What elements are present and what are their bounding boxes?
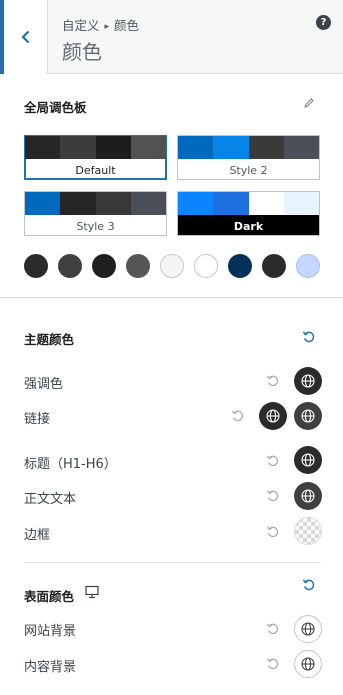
- border-color-label: 边框: [24, 528, 51, 543]
- accent-color-label: 强调色: [24, 377, 64, 392]
- palette-color-7[interactable]: [228, 254, 252, 278]
- help-icon[interactable]: ?: [316, 15, 331, 30]
- palette-color-3[interactable]: [92, 254, 116, 278]
- globe-icon: [301, 489, 315, 503]
- palette-swatch: [130, 136, 166, 159]
- palette-swatch: [213, 136, 249, 159]
- palette-color-5[interactable]: [160, 254, 184, 278]
- heading-color-picker[interactable]: [294, 446, 322, 474]
- palette-swatches: [25, 136, 166, 159]
- body-text-color-label: 正文文本: [24, 492, 77, 507]
- breadcrumb-separator: ▸: [104, 22, 110, 32]
- body-text-color-picker[interactable]: [294, 482, 322, 510]
- palette-swatch: [248, 192, 284, 215]
- content-background-color-picker[interactable]: [294, 650, 322, 678]
- content-background-label: 内容背景: [24, 660, 77, 675]
- palette-swatch: [60, 192, 96, 215]
- globe-icon: [301, 622, 315, 636]
- palette-color-9[interactable]: [296, 254, 320, 278]
- breadcrumb-parent: 自定义: [62, 18, 100, 33]
- palette-swatch: [283, 136, 319, 159]
- customizer-header: 自定义 ▸ 颜色 颜色 ?: [0, 0, 343, 74]
- monitor-icon[interactable]: [85, 585, 99, 599]
- palette-swatch: [25, 192, 61, 215]
- palette-swatch: [178, 136, 214, 159]
- link-hover-color-picker[interactable]: [294, 402, 322, 430]
- section-divider: [0, 297, 343, 298]
- palette-card-style-2[interactable]: Style 2: [177, 135, 320, 180]
- palette-label: Style 2: [229, 163, 268, 177]
- palette-swatch: [213, 192, 249, 215]
- link-color-label: 链接: [24, 412, 51, 427]
- reset-icon[interactable]: [302, 578, 316, 592]
- reset-icon[interactable]: [266, 374, 280, 388]
- reset-icon[interactable]: [231, 409, 245, 423]
- reset-icon[interactable]: [266, 489, 280, 503]
- site-background-label: 网站背景: [24, 624, 77, 639]
- reset-icon[interactable]: [302, 330, 316, 344]
- globe-icon: [301, 374, 315, 388]
- reset-icon[interactable]: [266, 657, 280, 671]
- palette-color-8[interactable]: [262, 254, 286, 278]
- reset-icon[interactable]: [266, 525, 280, 539]
- palette-color-1[interactable]: [24, 254, 48, 278]
- palette-swatch: [95, 136, 131, 159]
- surface-colors-title: 表面颜色: [24, 589, 75, 604]
- palette-swatch: [95, 192, 131, 215]
- section-divider: [24, 562, 321, 563]
- palette-swatch: [283, 192, 319, 215]
- palette-swatch: [25, 136, 61, 159]
- globe-icon: [266, 409, 280, 423]
- reset-icon[interactable]: [266, 454, 280, 468]
- palette-swatch: [248, 136, 284, 159]
- palette-label: Style 3: [76, 219, 115, 233]
- chevron-left-icon: [20, 30, 29, 44]
- palette-swatch: [130, 192, 166, 215]
- theme-colors-title: 主题颜色: [24, 332, 75, 347]
- accent-color-picker[interactable]: [294, 367, 322, 395]
- globe-icon: [301, 453, 315, 467]
- page-title: 颜色: [62, 40, 102, 64]
- palette-swatch: [178, 192, 214, 215]
- palette-card-style-3[interactable]: Style 3: [24, 191, 167, 236]
- border-color-picker[interactable]: [294, 517, 322, 545]
- pencil-icon[interactable]: [303, 97, 315, 109]
- globe-icon: [301, 657, 315, 671]
- palette-swatches: [178, 192, 319, 215]
- back-button[interactable]: [0, 0, 48, 74]
- palette-color-4[interactable]: [126, 254, 150, 278]
- globe-icon: [301, 409, 315, 423]
- palette-label: Dark: [178, 215, 319, 235]
- palette-swatch: [60, 136, 96, 159]
- global-palette-title: 全局调色板: [24, 100, 87, 115]
- breadcrumb-current: 颜色: [114, 18, 140, 33]
- heading-color-label: 标题（H1-H6）: [24, 457, 117, 472]
- palette-swatches: [25, 192, 166, 215]
- palette-color-6[interactable]: [194, 254, 218, 278]
- palette-card-default[interactable]: Default: [24, 135, 167, 180]
- palette-card-dark[interactable]: Dark: [177, 191, 320, 236]
- palette-label: Default: [75, 163, 116, 177]
- site-background-color-picker[interactable]: [294, 615, 322, 643]
- palette-swatches: [178, 136, 319, 159]
- breadcrumb: 自定义 ▸ 颜色: [62, 15, 139, 34]
- link-color-picker[interactable]: [259, 402, 287, 430]
- palette-color-2[interactable]: [58, 254, 82, 278]
- reset-icon[interactable]: [266, 622, 280, 636]
